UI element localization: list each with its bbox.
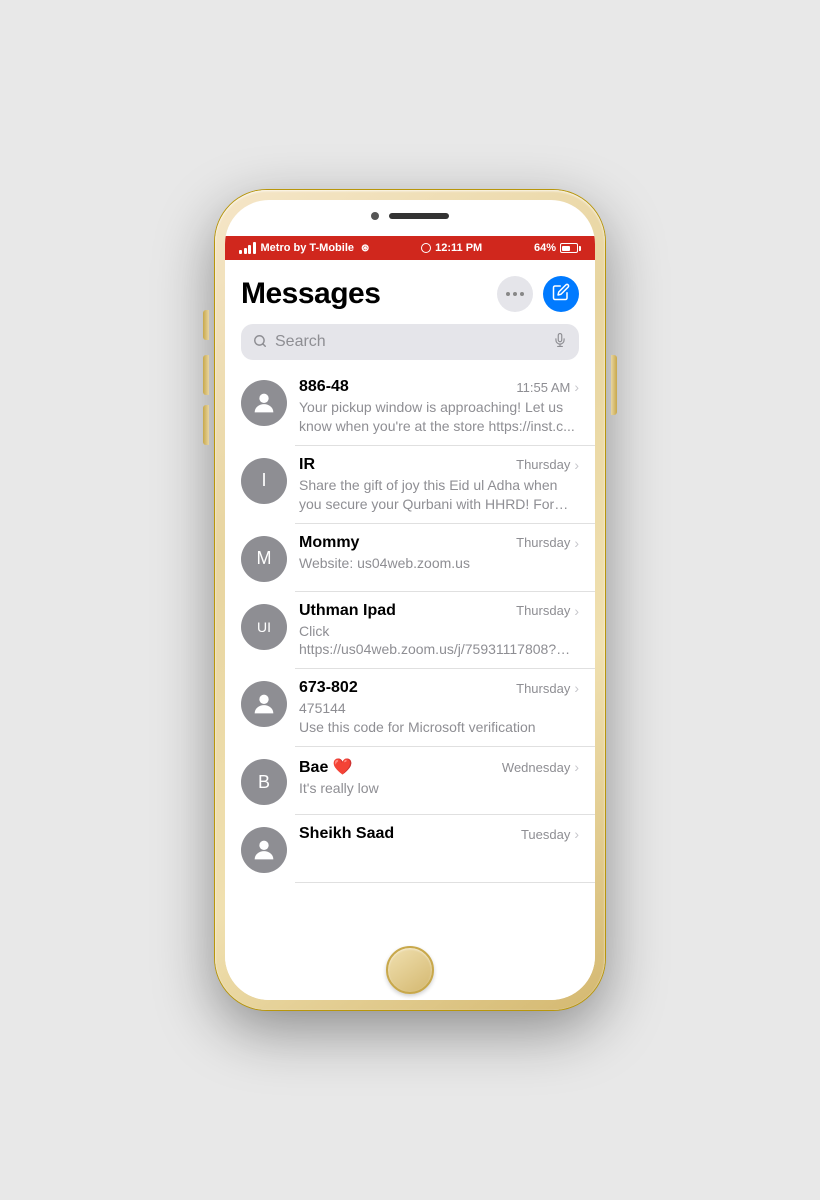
message-top-row: Sheikh Saad Tuesday › xyxy=(299,825,579,843)
header-buttons xyxy=(497,276,579,312)
message-preview: 475144Use this code for Microsoft verifi… xyxy=(299,699,579,737)
microphone-icon[interactable] xyxy=(553,332,567,352)
camera-dot xyxy=(371,212,379,220)
contact-name: Mommy xyxy=(299,534,359,552)
list-item[interactable]: I IR Thursday › Share the gift of joy th… xyxy=(225,446,595,524)
search-placeholder[interactable]: Search xyxy=(275,333,545,351)
dots-icon xyxy=(506,292,524,296)
message-content: 673-802 Thursday › 475144Use this code f… xyxy=(299,679,579,737)
message-time: Thursday xyxy=(516,603,570,618)
more-button[interactable] xyxy=(497,276,533,312)
speaker-bar xyxy=(389,213,449,219)
chevron-right-icon: › xyxy=(574,457,579,473)
avatar: M xyxy=(241,536,287,582)
search-bar[interactable]: Search xyxy=(241,324,579,360)
phone-device: Metro by T-Mobile ⊛ 12:11 PM 64% xyxy=(215,190,605,1010)
list-item[interactable]: 886-48 11:55 AM › Your pickup window is … xyxy=(225,368,595,446)
contact-name: Uthman Ipad xyxy=(299,602,396,620)
home-button-area xyxy=(225,940,595,1000)
contact-name: 673-802 xyxy=(299,679,358,697)
status-left: Metro by T-Mobile ⊛ xyxy=(239,242,369,254)
signal-bars xyxy=(239,242,256,254)
battery-icon xyxy=(560,243,581,253)
message-content: Bae ❤️ Wednesday › It's really low xyxy=(299,757,579,798)
location-icon xyxy=(421,243,431,253)
contact-name: 886-48 xyxy=(299,378,349,396)
power-button[interactable] xyxy=(611,355,617,415)
contact-name: Sheikh Saad xyxy=(299,825,394,843)
messages-app: Messages xyxy=(225,260,595,940)
compose-button[interactable] xyxy=(543,276,579,312)
chevron-right-icon: › xyxy=(574,603,579,619)
volume-down-button[interactable] xyxy=(203,405,209,445)
wifi-icon: ⊛ xyxy=(361,243,369,254)
message-content: Uthman Ipad Thursday › Click https://us0… xyxy=(299,602,579,660)
message-time: 11:55 AM xyxy=(516,380,570,395)
avatar: I xyxy=(241,458,287,504)
message-time: Thursday xyxy=(516,681,570,696)
message-top-row: IR Thursday › xyxy=(299,456,579,474)
home-button[interactable] xyxy=(386,946,434,994)
message-time: Thursday xyxy=(516,535,570,550)
message-top-row: 673-802 Thursday › xyxy=(299,679,579,697)
status-center: 12:11 PM xyxy=(421,242,482,254)
chevron-right-icon: › xyxy=(574,535,579,551)
status-bar: Metro by T-Mobile ⊛ 12:11 PM 64% xyxy=(225,236,595,260)
message-time: Wednesday xyxy=(502,760,570,775)
phone-top-bar xyxy=(371,212,449,220)
volume-up-button[interactable] xyxy=(203,355,209,395)
message-time-row: Thursday › xyxy=(516,680,579,696)
avatar xyxy=(241,681,287,727)
message-preview: Your pickup window is approaching! Let u… xyxy=(299,398,579,436)
avatar xyxy=(241,827,287,873)
message-top-row: Mommy Thursday › xyxy=(299,534,579,552)
chevron-right-icon: › xyxy=(574,826,579,842)
messages-header: Messages xyxy=(225,260,595,320)
message-content: Sheikh Saad Tuesday › xyxy=(299,825,579,845)
search-icon xyxy=(253,334,267,351)
message-time-row: Thursday › xyxy=(516,603,579,619)
message-preview: Website: us04web.zoom.us xyxy=(299,554,579,573)
battery-percent: 64% xyxy=(534,242,556,254)
avatar xyxy=(241,380,287,426)
message-time: Tuesday xyxy=(521,827,570,842)
compose-icon xyxy=(552,283,570,306)
message-top-row: Uthman Ipad Thursday › xyxy=(299,602,579,620)
messages-list: 886-48 11:55 AM › Your pickup window is … xyxy=(225,368,595,940)
list-item[interactable]: 673-802 Thursday › 475144Use this code f… xyxy=(225,669,595,747)
message-time-row: Thursday › xyxy=(516,535,579,551)
contact-name: Bae ❤️ xyxy=(299,757,353,777)
list-item[interactable]: B Bae ❤️ Wednesday › It's really low xyxy=(225,747,595,815)
message-time: Thursday xyxy=(516,457,570,472)
message-preview: Share the gift of joy this Eid ul Adha w… xyxy=(299,476,579,514)
contact-name: IR xyxy=(299,456,315,474)
avatar: UI xyxy=(241,604,287,650)
message-content: 886-48 11:55 AM › Your pickup window is … xyxy=(299,378,579,436)
chevron-right-icon: › xyxy=(574,680,579,696)
message-time-row: Tuesday › xyxy=(521,826,579,842)
message-time-row: 11:55 AM › xyxy=(516,379,579,395)
message-content: Mommy Thursday › Website: us04web.zoom.u… xyxy=(299,534,579,573)
clock-time: 12:11 PM xyxy=(435,242,482,254)
page-title: Messages xyxy=(241,277,380,311)
carrier-name: Metro by T-Mobile xyxy=(261,242,355,254)
message-time-row: Wednesday › xyxy=(502,759,579,775)
message-top-row: 886-48 11:55 AM › xyxy=(299,378,579,396)
message-top-row: Bae ❤️ Wednesday › xyxy=(299,757,579,777)
phone-screen: Metro by T-Mobile ⊛ 12:11 PM 64% xyxy=(225,200,595,1000)
list-item[interactable]: Sheikh Saad Tuesday › xyxy=(225,815,595,883)
list-item[interactable]: M Mommy Thursday › Website: us04web.zoom… xyxy=(225,524,595,592)
chevron-right-icon: › xyxy=(574,759,579,775)
status-right: 64% xyxy=(534,242,581,254)
list-item[interactable]: UI Uthman Ipad Thursday › Click https://… xyxy=(225,592,595,670)
message-time-row: Thursday › xyxy=(516,457,579,473)
message-content: IR Thursday › Share the gift of joy this… xyxy=(299,456,579,514)
avatar: B xyxy=(241,759,287,805)
message-preview: Click https://us04web.zoom.us/j/75931117… xyxy=(299,622,579,660)
chevron-right-icon: › xyxy=(574,379,579,395)
message-preview: It's really low xyxy=(299,779,579,798)
